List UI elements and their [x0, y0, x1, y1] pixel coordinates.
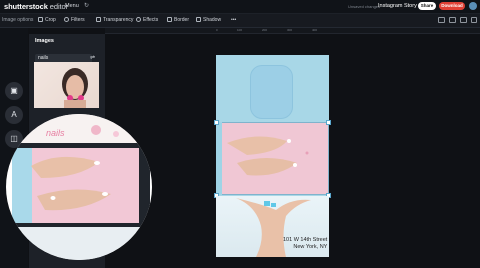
selected-image[interactable] — [216, 122, 329, 195]
download-button[interactable]: Download — [439, 2, 465, 10]
panel-title: Images — [35, 38, 54, 44]
filters-button[interactable]: Filters — [64, 17, 85, 23]
document-title[interactable]: Instagram Story — [378, 3, 417, 9]
avatar[interactable] — [469, 2, 477, 10]
images-icon[interactable]: ▣ — [5, 82, 23, 100]
effects-icon — [136, 17, 141, 22]
ruler-tick: 200 — [262, 28, 268, 32]
top-bar: shutterstock editor Menu ↻ Unsaved chang… — [0, 0, 480, 14]
canvas-top-image[interactable] — [250, 65, 293, 119]
search-value: nails — [38, 55, 49, 61]
hands-photo — [227, 136, 309, 176]
ruler-tick: 300 — [287, 28, 293, 32]
shadow-button[interactable]: Shadow — [196, 17, 221, 23]
delete-icon[interactable] — [471, 17, 477, 23]
zoom-header-image: nails — [6, 114, 152, 144]
shadow-icon — [196, 17, 201, 22]
more-button[interactable]: ••• — [231, 17, 236, 23]
toolbar-label: Image options — [2, 17, 34, 23]
image-result-thumbnail[interactable] — [34, 62, 99, 108]
blue-strip — [216, 122, 222, 195]
ruler-tick: 100 — [237, 28, 243, 32]
effects-button[interactable]: Effects — [136, 17, 158, 23]
crop-button[interactable]: Crop — [38, 17, 56, 23]
magnifier-zoom: nails — [6, 114, 152, 260]
arrange-icon[interactable] — [460, 17, 467, 23]
transparency-icon — [96, 17, 101, 22]
filters-icon — [64, 17, 69, 22]
address-line-1: 101 W 14th Street — [283, 237, 328, 243]
zoom-hands-photo — [31, 156, 111, 211]
svg-text:nails: nails — [46, 128, 65, 138]
resize-handle[interactable] — [326, 120, 331, 125]
filter-icon[interactable]: ⇌ — [90, 54, 95, 61]
border-icon — [167, 17, 172, 22]
layers-icon[interactable] — [438, 17, 445, 23]
portrait-photo — [62, 68, 88, 108]
ruler-tick: 0 — [216, 28, 218, 32]
transparency-button[interactable]: Transparency — [96, 17, 133, 23]
share-button[interactable]: Share — [418, 2, 436, 10]
resize-handle[interactable] — [214, 120, 219, 125]
save-status: Unsaved changes — [348, 4, 381, 9]
address-text[interactable]: 101 W 14th Street New York, NY — [283, 237, 327, 251]
image-options-toolbar: Image options Crop Filters Transparency … — [0, 14, 480, 28]
undo-icon[interactable]: ↻ — [84, 2, 89, 9]
menu-button[interactable]: Menu — [65, 3, 79, 9]
app-logo[interactable]: shutterstock editor — [4, 2, 68, 11]
address-line-2: New York, NY — [293, 244, 328, 250]
crop-icon — [38, 17, 43, 22]
duplicate-icon[interactable] — [449, 17, 456, 23]
ruler: 0 100 200 300 400 — [105, 28, 480, 34]
zoom-bottom-image — [6, 227, 152, 260]
border-button[interactable]: Border — [167, 17, 189, 23]
ruler-tick: 400 — [312, 28, 318, 32]
